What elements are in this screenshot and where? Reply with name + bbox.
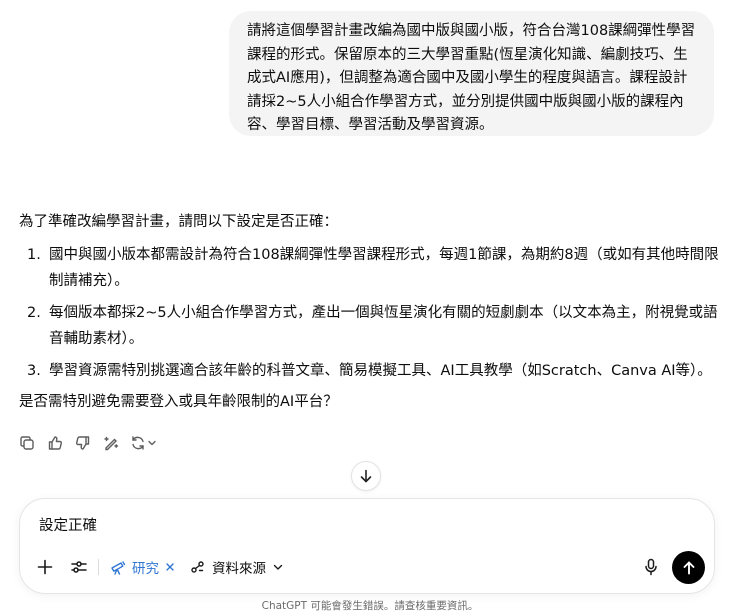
send-button[interactable]: [672, 551, 705, 584]
user-message-bubble: 請將這個學習計畫改編為國中版與國小版，符合台灣108課綱彈性學習 課程的形式。保…: [229, 11, 714, 136]
list-number: 1.: [27, 247, 41, 263]
list-number: 3.: [27, 363, 41, 379]
user-message-line: 請將這個學習計畫改編為國中版與國小版，符合台灣108課綱彈性學習: [247, 23, 696, 39]
add-attachment-button[interactable]: [36, 557, 56, 577]
list-item-text: 音輔助素材）。: [49, 331, 144, 347]
user-message-line: 請採2~5人小組合作學習方式，並分別提供國中版與國小版的課程內: [247, 93, 684, 110]
prompt-input[interactable]: 設定正確: [39, 514, 97, 535]
list-item-text: 制請補充）。: [49, 273, 129, 289]
close-icon[interactable]: [165, 562, 175, 572]
list-item: 1. 國中與國小版本都需設計為符合108課綱彈性學習課程形式，每週1節課，為期約…: [19, 242, 719, 294]
thumbs-down-icon[interactable]: [74, 434, 92, 452]
plus-icon: [37, 559, 53, 575]
user-message-line: 成式AI應用)，但調整為適合國中及國小學生的程度與語言。課程設計: [247, 70, 688, 86]
assistant-list: 1. 國中與國小版本都需設計為符合108課綱彈性學習課程形式，每週1節課，為期約…: [19, 242, 719, 384]
copy-icon[interactable]: [18, 434, 36, 452]
sources-icon: [191, 561, 204, 573]
list-item: 3. 學習資源需特別挑選適合該年齡的科普文章、簡易模擬工具、AI工具教學（如Sc…: [19, 358, 719, 384]
assistant-question: 是否需特別避免需要登入或具年齡限制的AI平台？: [19, 394, 338, 410]
assistant-message: 為了準確改編學習計畫，請問以下設定是否正確： 1. 國中與國小版本都需設計為符合…: [19, 210, 719, 414]
disclaimer: ChatGPT 可能會發生錯誤。請查核重要資訊。: [261, 600, 479, 612]
assistant-intro: 為了準確改編學習計畫，請問以下設定是否正確：: [19, 214, 338, 230]
list-item: 2. 每個版本都採2~5人小組合作學習方式，產出一個與恆星演化有關的短劇劇本（以…: [19, 300, 719, 352]
telescope-icon: [111, 561, 126, 575]
microphone-button[interactable]: [641, 556, 661, 578]
arrow-down-icon: [360, 469, 372, 483]
edit-icon[interactable]: [102, 434, 120, 452]
list-number: 2.: [27, 305, 41, 321]
tools-button[interactable]: [70, 557, 90, 577]
arrow-up-icon: [683, 561, 694, 574]
sources-dropdown[interactable]: 資料來源: [190, 557, 284, 577]
sliders-icon: [71, 561, 87, 573]
user-message-line: 課程的形式。保留原本的三大學習重點(恆星演化知識、編劇技巧、生: [247, 46, 688, 63]
message-actions: [18, 434, 158, 452]
scroll-down-button[interactable]: [351, 461, 381, 491]
user-message-line: 容、學習目標、學習活動及學習資源。: [247, 117, 494, 133]
composer: 設定正確 研究 資料來源: [19, 498, 715, 594]
microphone-icon: [645, 558, 657, 576]
research-chip[interactable]: 研究: [110, 557, 175, 577]
thumbs-up-icon[interactable]: [46, 434, 64, 452]
regenerate-icon[interactable]: [130, 434, 158, 452]
research-label: 研究: [132, 561, 159, 577]
list-item-text: 學習資源需特別挑選適合該年齡的科普文章、簡易模擬工具、AI工具教學（如Scrat…: [49, 363, 712, 379]
chevron-down-icon: [273, 564, 283, 570]
list-item-text: 國中與國小版本都需設計為符合108課綱彈性學習課程形式，每週1節課，為期約8週（…: [49, 247, 719, 263]
list-item-text: 每個版本都採2~5人小組合作學習方式，產出一個與恆星演化有關的短劇劇本（以文本為…: [49, 305, 718, 321]
sources-label: 資料來源: [212, 561, 266, 577]
divider: [98, 559, 99, 575]
